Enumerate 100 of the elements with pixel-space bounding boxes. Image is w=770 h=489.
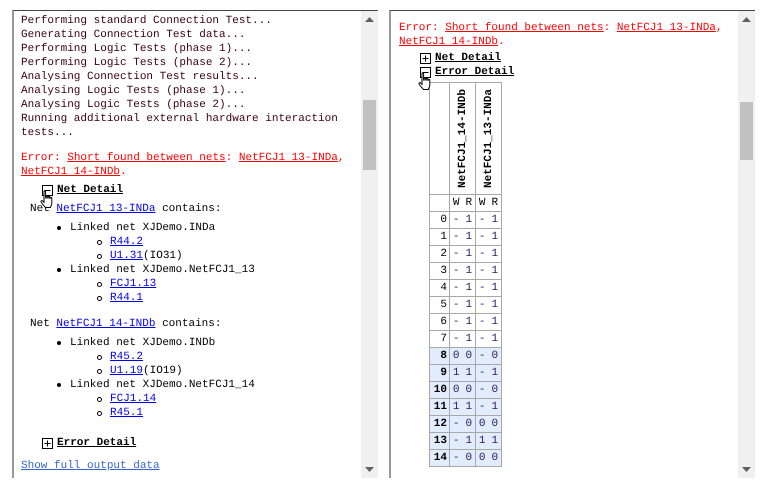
error-message-link[interactable]: Short found between nets xyxy=(67,152,226,164)
table-cell: - xyxy=(478,332,486,346)
row-index: 0 xyxy=(440,214,447,226)
table-cell: 1 xyxy=(452,366,460,380)
row-index: 2 xyxy=(440,248,447,260)
pin-note: (IO19) xyxy=(143,364,183,378)
plus-box-icon[interactable] xyxy=(420,52,431,64)
table-cell: 1 xyxy=(466,247,472,261)
pin-link[interactable]: U1.31 xyxy=(110,249,144,263)
show-output-link[interactable]: Show full output data xyxy=(21,459,361,473)
pin-link[interactable]: R45.1 xyxy=(110,406,144,420)
scrollbar[interactable] xyxy=(361,11,378,478)
table-cell: 1 xyxy=(492,366,498,380)
scroll-up-icon[interactable] xyxy=(365,17,374,22)
table-cell: 1 xyxy=(466,213,472,227)
table-cell: 0 xyxy=(452,383,460,397)
table-cell: - xyxy=(478,349,486,363)
pin-link[interactable]: R44.2 xyxy=(110,235,144,249)
row-index: 13 xyxy=(434,435,447,447)
error-message-link[interactable]: Short found between nets xyxy=(445,22,604,34)
linked-net-text: Linked net XJDemo.INDa xyxy=(70,221,216,235)
net-link[interactable]: NetFCJ1 14-INDb xyxy=(399,36,498,48)
table-cell: 1 xyxy=(466,366,472,380)
net-link[interactable]: NetFCJ1 13-INDa xyxy=(238,152,338,164)
bullet-icon xyxy=(57,341,61,345)
section-toggle[interactable]: Net Detail xyxy=(42,183,124,197)
bullet-icon xyxy=(57,268,61,272)
log-line: Analysing Logic Tests (phase 2)... xyxy=(21,98,246,112)
table-cell: 0 xyxy=(492,451,498,465)
table-cell: - xyxy=(478,247,486,261)
contains-label: contains: xyxy=(162,318,222,330)
table-cell: - xyxy=(478,366,486,380)
log-line: Analysing Logic Tests (phase 1)... xyxy=(21,84,246,98)
table-cell: 0 xyxy=(466,451,472,465)
table-cell: - xyxy=(452,417,460,431)
net-link[interactable]: NetFCJ1 13-INDa xyxy=(56,203,156,215)
scroll-down-icon[interactable] xyxy=(742,467,751,472)
separator-text: : xyxy=(226,152,232,164)
subcolumn-header: R xyxy=(466,196,472,210)
net-label: Net xyxy=(30,318,50,330)
log-line: Generating Connection Test data... xyxy=(21,28,246,42)
pin-link[interactable]: FCJ1.14 xyxy=(110,392,156,406)
minus-box-icon[interactable] xyxy=(42,184,53,196)
section-toggle[interactable]: Error Detail xyxy=(42,436,136,450)
plus-box-icon[interactable] xyxy=(42,438,53,448)
net-link[interactable]: NetFCJ1 13-INDa xyxy=(616,22,716,34)
table-cell: - xyxy=(478,400,486,414)
scrollbar[interactable] xyxy=(738,11,755,478)
subcolumn-header: W xyxy=(452,196,460,210)
punctuation-text: , xyxy=(716,22,723,34)
minus-box-icon[interactable] xyxy=(420,66,431,78)
log-line: Analysing Connection Test results... xyxy=(21,70,260,84)
circle-bullet-icon xyxy=(97,410,102,416)
table-cell: 0 xyxy=(452,349,460,363)
net-link[interactable]: NetFCJ1 14-INDb xyxy=(21,166,120,178)
scroll-down-icon[interactable] xyxy=(365,467,374,472)
table-cell: 1 xyxy=(492,247,498,261)
table-cell: 0 xyxy=(478,417,486,431)
pin-link[interactable]: FCJ1.13 xyxy=(110,277,156,291)
circle-bullet-icon xyxy=(97,296,102,300)
row-index: 12 xyxy=(434,418,447,430)
section-toggle[interactable]: Error Detail xyxy=(420,65,514,79)
pin-note: (IO31) xyxy=(143,249,183,263)
table-cell: 0 xyxy=(492,417,498,431)
table-cell: - xyxy=(452,298,460,312)
table-cell: - xyxy=(478,315,486,329)
table-cell: 0 xyxy=(466,349,472,363)
row-index: 6 xyxy=(440,316,447,328)
table-cell: 1 xyxy=(466,264,472,278)
table-cell: 1 xyxy=(492,332,498,346)
subcolumn-header: W xyxy=(478,196,486,210)
table-cell: 1 xyxy=(466,315,472,329)
scrollbar-thumb[interactable] xyxy=(740,102,753,160)
circle-bullet-icon xyxy=(97,396,102,402)
table-cell: 1 xyxy=(466,400,472,414)
row-index: 8 xyxy=(440,350,447,362)
section-toggle[interactable]: Net Detail xyxy=(420,51,502,65)
table-cell: - xyxy=(452,264,460,278)
net-link[interactable]: NetFCJ1 14-INDb xyxy=(56,318,156,330)
scrollbar-thumb[interactable] xyxy=(363,100,376,170)
row-index: 14 xyxy=(434,452,447,464)
circle-bullet-icon xyxy=(97,354,102,360)
table-cell: - xyxy=(452,213,460,227)
pin-link[interactable]: R45.2 xyxy=(110,350,144,364)
table-cell: 1 xyxy=(492,298,498,312)
scroll-up-icon[interactable] xyxy=(742,17,751,22)
pin-link[interactable]: R44.1 xyxy=(110,291,144,305)
table-cell: - xyxy=(478,281,486,295)
pin-link[interactable]: U1.19 xyxy=(110,364,144,378)
row-index: 5 xyxy=(440,299,447,311)
table-cell: 1 xyxy=(452,400,460,414)
contains-label: contains: xyxy=(162,203,222,215)
table-cell: 1 xyxy=(492,315,498,329)
column-header: NetFCJ1_13-INDa xyxy=(482,88,496,188)
circle-bullet-icon xyxy=(97,240,102,244)
error-label: Error: xyxy=(399,22,439,34)
linked-net-text: Linked net XJDemo.NetFCJ1_13 xyxy=(70,263,255,277)
table-cell: 1 xyxy=(478,434,486,448)
table-cell: - xyxy=(452,281,460,295)
table-cell: - xyxy=(452,315,460,329)
